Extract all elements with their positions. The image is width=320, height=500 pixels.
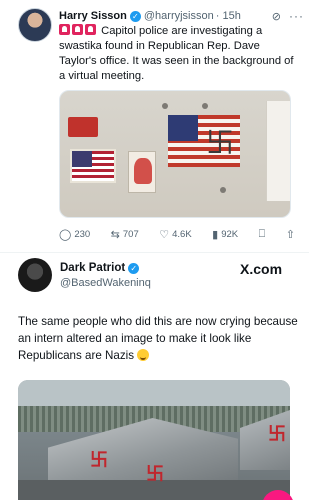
post-author-handle[interactable]: @BasedWakeninq [60, 277, 151, 289]
post-image[interactable]: 卐 卐 卐 [18, 380, 290, 500]
repost-icon: ⇆ [110, 228, 120, 241]
bookmark-icon: ⎕ [258, 227, 266, 240]
spray-paint-mark: 卐 [268, 424, 286, 445]
quoted-tweet[interactable]: Harry Sisson ✓ @harryjsisson · 15h ⊘ ···… [0, 0, 309, 258]
reply-button[interactable]: ◯ 230 [59, 228, 90, 241]
siren-icon [85, 24, 96, 35]
like-button[interactable]: ♡ 4.6K [159, 228, 191, 241]
paper-notice [266, 101, 290, 201]
x-brand-label: X.com [240, 261, 283, 277]
section-divider [0, 252, 309, 253]
framed-photo [128, 151, 156, 193]
grinning-sweat-icon [137, 349, 150, 361]
red-sign [68, 117, 98, 137]
like-count: 4.6K [172, 228, 192, 240]
post-author-row: Dark Patriot ✓ [60, 262, 142, 274]
quoted-tweet-text: Capitol police are investigating a swast… [59, 24, 294, 84]
view-count: 92K [221, 228, 239, 240]
views-button[interactable]: ▮ 92K [212, 228, 238, 241]
wall-pin [220, 187, 226, 193]
spray-paint-mark: 卐 [146, 464, 164, 485]
wall-pin [162, 103, 168, 109]
post-body: The same people who did this are now cry… [18, 315, 298, 362]
quoted-tweet-image[interactable] [59, 90, 291, 218]
dark-patriot-avatar[interactable] [18, 258, 52, 292]
repost-button[interactable]: ⇆ 707 [111, 228, 139, 241]
spray-paint-mark: 卐 [90, 450, 108, 471]
quoted-author-name[interactable]: Harry Sisson [59, 10, 127, 22]
post-text: The same people who did this are now cry… [18, 313, 300, 364]
post-author-name[interactable]: Dark Patriot [60, 262, 125, 274]
quoted-tweet-actions: ◯ 230 ⇆ 707 ♡ 4.6K ▮ 92K ⎕ ⇧ [59, 226, 295, 242]
share-icon: ⇧ [285, 228, 295, 241]
siren-icon [72, 24, 83, 35]
reply-icon: ◯ [59, 228, 72, 241]
harry-sisson-avatar[interactable] [18, 8, 52, 42]
altered-flag-image [168, 115, 240, 167]
small-flag-image [70, 149, 116, 183]
reply-count: 230 [74, 228, 91, 240]
share-button[interactable]: ⇧ [286, 228, 295, 241]
quoted-timestamp[interactable]: · 15h [216, 10, 241, 22]
quoted-tweet-header: Harry Sisson ✓ @harryjsisson · 15h ⊘ ··· [59, 8, 304, 24]
wall-pin [202, 103, 208, 109]
heart-icon: ♡ [159, 228, 170, 241]
views-icon: ▮ [212, 228, 219, 241]
verified-badge-icon: ✓ [129, 10, 141, 22]
repost-count: 707 [122, 228, 139, 240]
grok-icon[interactable]: ⊘ [272, 10, 281, 23]
bookmark-button[interactable]: ⎕ [259, 228, 266, 241]
more-icon[interactable]: ··· [289, 9, 304, 23]
verified-badge-icon: ✓ [128, 262, 140, 274]
siren-icon [59, 24, 70, 35]
quoted-author-handle[interactable]: @harryjsisson [144, 10, 214, 22]
